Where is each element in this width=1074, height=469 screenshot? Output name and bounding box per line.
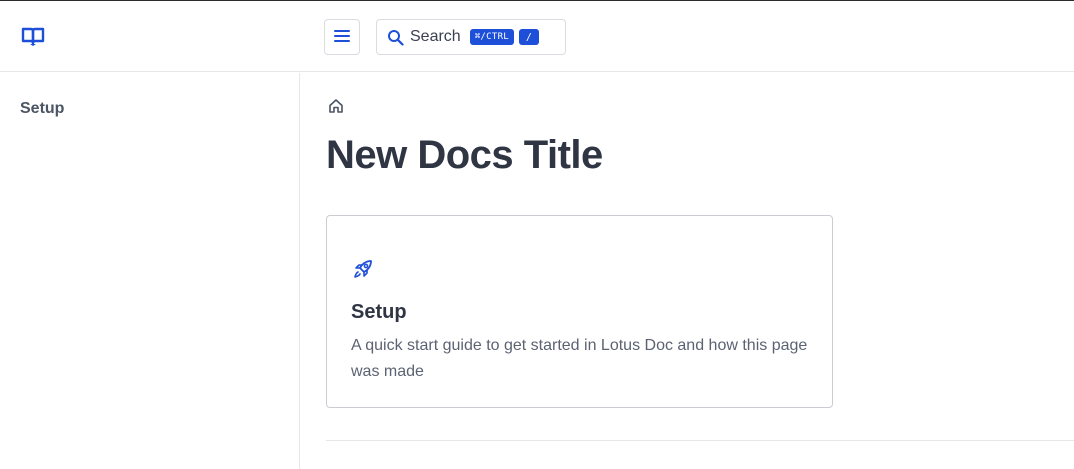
search-button[interactable]: Search ⌘/CTRL / [376,19,566,55]
book-open-icon[interactable] [21,27,45,47]
shortcut-key-badge: / [519,29,540,45]
top-header: Search ⌘/CTRL / [0,1,1074,72]
sidebar: Setup [0,73,300,469]
main-content: New Docs Title Setup A quick start guide… [300,73,1074,469]
hamburger-menu-icon [334,29,350,45]
search-label: Search [410,28,461,45]
home-icon[interactable] [328,98,344,114]
setup-card[interactable]: Setup A quick start guide to get started… [326,215,833,408]
menu-toggle-button[interactable] [324,19,360,55]
content-divider [326,440,1074,441]
card-title: Setup [351,301,407,323]
page-title: New Docs Title [326,133,603,177]
rocket-icon [351,257,375,281]
shortcut-modifier-badge: ⌘/CTRL [469,29,515,45]
card-description: A quick start guide to get started in Lo… [351,337,808,380]
sidebar-item-setup[interactable]: Setup [20,100,64,118]
search-icon [387,29,404,46]
